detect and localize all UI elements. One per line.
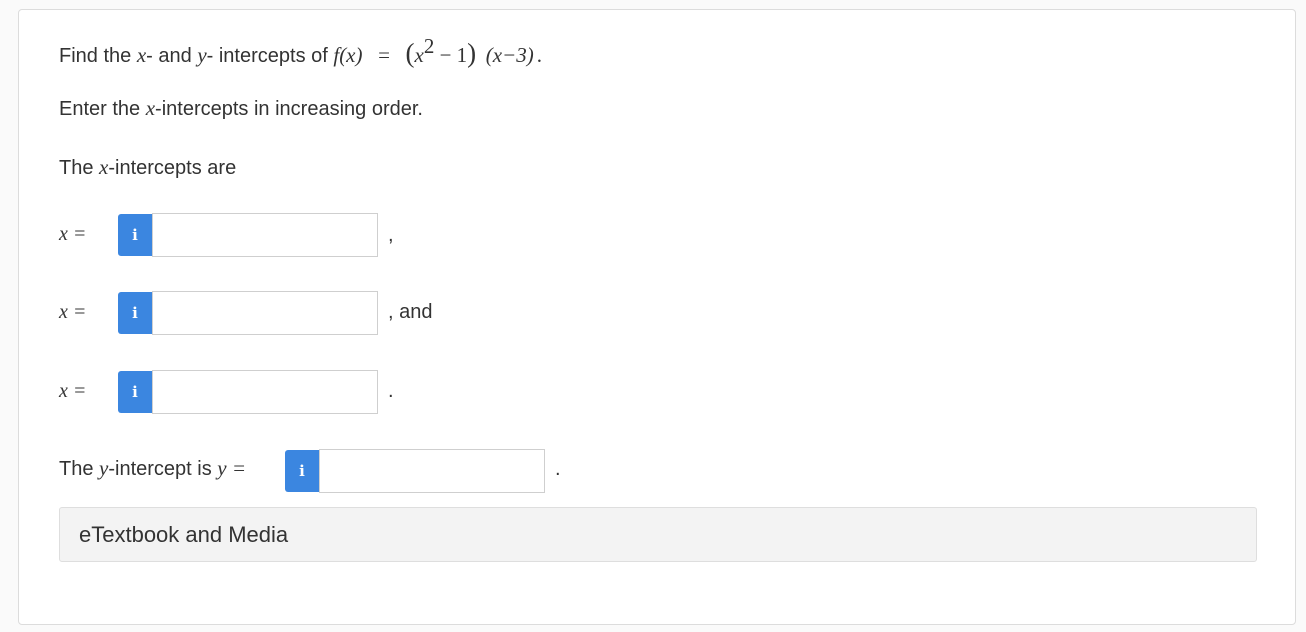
- question-and: - and: [146, 45, 198, 67]
- y-var: y: [99, 456, 109, 480]
- separator-and: , and: [388, 301, 433, 323]
- x-intro-var: x: [99, 155, 109, 179]
- y-intercept-text: The y-intercept is y =: [59, 456, 246, 481]
- paren-close: ): [467, 38, 477, 68]
- factor1-rest: − 1: [434, 43, 468, 67]
- separator-period-1: .: [388, 380, 394, 402]
- y-suffix: -intercept is: [108, 458, 218, 480]
- factor1-exponent: 2: [423, 34, 435, 58]
- info-icon[interactable]: i: [118, 214, 152, 256]
- factor2: (x−3): [485, 43, 534, 67]
- y-label: y =: [217, 456, 247, 480]
- x-intro-suffix: -intercepts are: [108, 157, 237, 179]
- question-period: .: [536, 43, 542, 67]
- equals-sign: =: [378, 43, 390, 67]
- etextbook-label: eTextbook and Media: [79, 521, 289, 547]
- x-intercept-input-3[interactable]: [152, 370, 378, 414]
- instruction-prefix: Enter the: [59, 98, 146, 120]
- x-intercept-input-1[interactable]: [152, 213, 378, 257]
- x-intercept-input-2[interactable]: [152, 291, 378, 335]
- instruction-text: Enter the x-intercepts in increasing ord…: [59, 96, 423, 121]
- info-icon[interactable]: i: [118, 371, 152, 413]
- info-icon[interactable]: i: [285, 450, 319, 492]
- etextbook-media-button[interactable]: eTextbook and Media: [59, 507, 1257, 562]
- x-label-1: x =: [59, 223, 87, 245]
- question-text: Find the x- and y- intercepts of f(x) = …: [59, 34, 542, 69]
- x-intro-prefix: The: [59, 157, 100, 179]
- info-icon[interactable]: i: [118, 292, 152, 334]
- var-x: x: [136, 43, 147, 67]
- separator-period-2: .: [555, 458, 561, 480]
- separator-comma-1: ,: [388, 224, 394, 246]
- instruction-var: x: [145, 96, 156, 120]
- question-prefix: Find the: [59, 45, 137, 67]
- var-y: y: [197, 43, 207, 67]
- instruction-suffix: -intercepts in increasing order.: [155, 98, 423, 120]
- question-suffix: - intercepts of: [206, 45, 334, 67]
- factor1-base: x: [414, 43, 424, 67]
- x-label-2: x =: [59, 301, 87, 323]
- function-lhs: f(x): [333, 43, 363, 67]
- x-intercepts-intro: The x-intercepts are: [59, 155, 236, 180]
- y-intercept-input[interactable]: [319, 449, 545, 493]
- y-prefix: The: [59, 458, 100, 480]
- x-label-3: x =: [59, 380, 87, 402]
